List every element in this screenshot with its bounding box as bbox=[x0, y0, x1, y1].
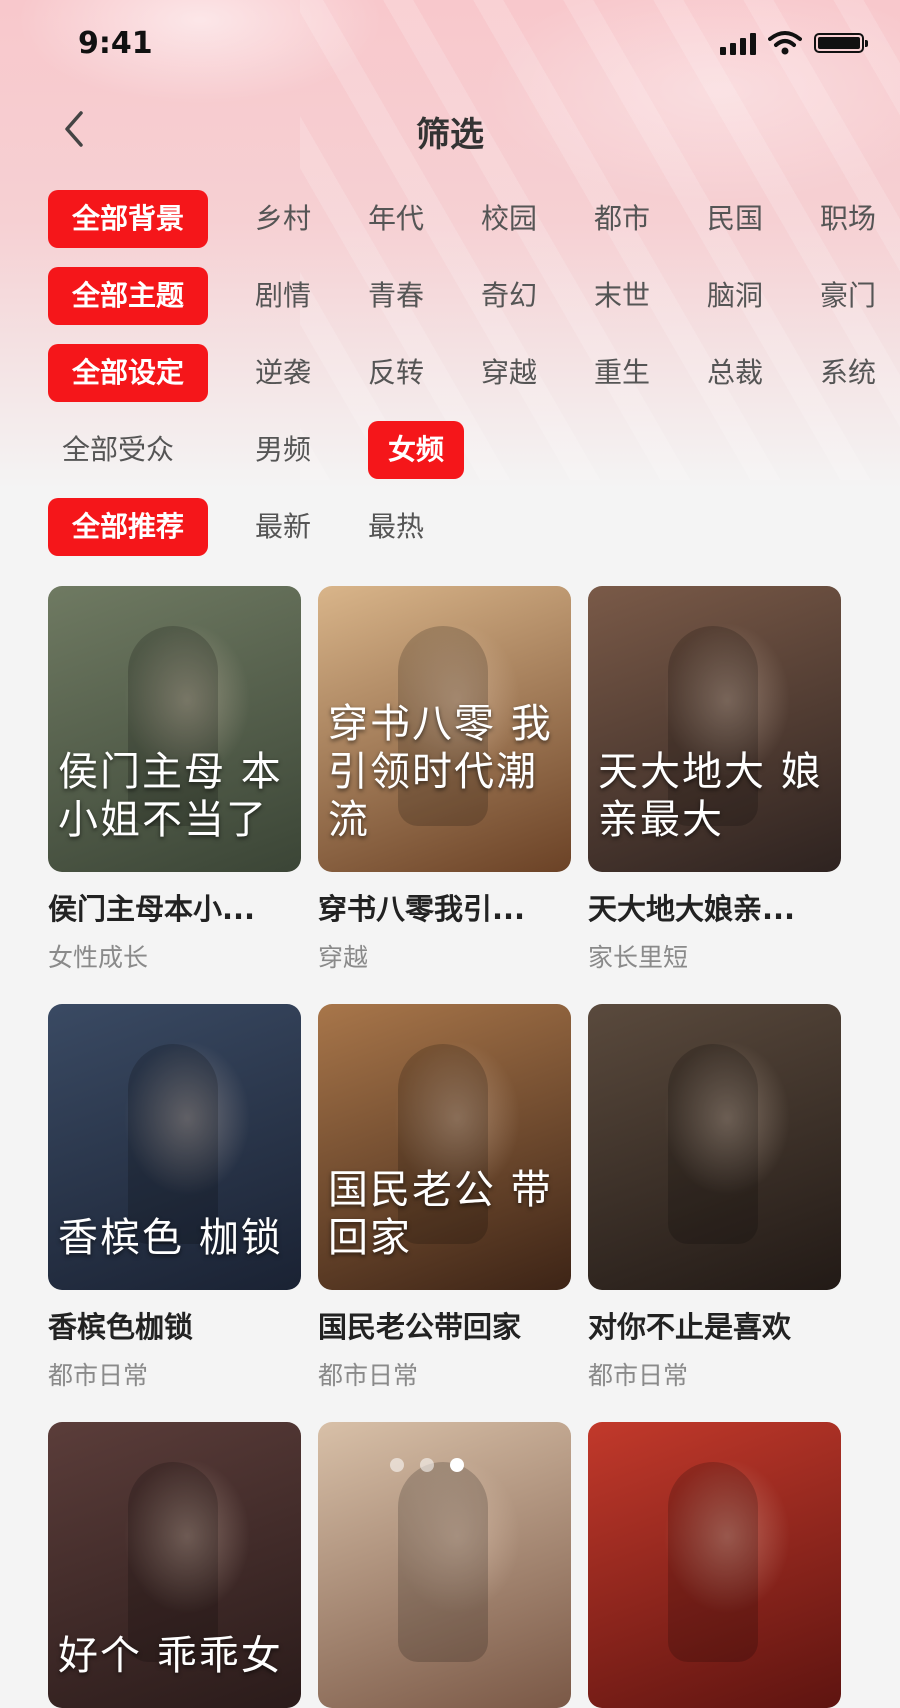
poster-title-art: 好个 乖乖女 bbox=[58, 1633, 283, 1679]
drama-poster: 好个 乖乖女 bbox=[48, 1422, 301, 1708]
filter-chip[interactable]: 全部设定 bbox=[48, 344, 208, 402]
poster-figure bbox=[668, 1044, 758, 1244]
battery-icon bbox=[814, 33, 868, 53]
status-icons bbox=[720, 30, 868, 56]
poster-title-art: 天大地大 娘亲最大 bbox=[598, 749, 823, 843]
status-bar: 9:41 bbox=[0, 0, 900, 90]
filter-chip[interactable]: 职场 bbox=[820, 190, 876, 248]
drama-tag: 都市日常 bbox=[588, 1361, 689, 1390]
drama-poster: 天大地大 娘亲最大 bbox=[588, 586, 841, 872]
drama-poster: 国民老公 带回家 bbox=[318, 1004, 571, 1290]
filter-chip[interactable]: 系统 bbox=[820, 344, 876, 402]
filter-chip[interactable]: 全部推荐 bbox=[48, 498, 208, 556]
filter-chip[interactable]: 全部背景 bbox=[48, 190, 208, 248]
drama-tag: 都市日常 bbox=[48, 1361, 149, 1390]
filter-chip[interactable]: 豪门 bbox=[820, 267, 876, 325]
filter-chip[interactable]: 奇幻 bbox=[481, 267, 537, 325]
filter-chip[interactable]: 全部主题 bbox=[48, 267, 208, 325]
pager-dot[interactable] bbox=[420, 1458, 434, 1472]
poster-figure bbox=[398, 1462, 488, 1662]
filter-chip[interactable]: 女频 bbox=[368, 421, 464, 479]
filter-chip[interactable]: 男频 bbox=[255, 421, 311, 479]
page-title: 筛选 bbox=[416, 115, 484, 155]
filter-row-3: 全部设定 逆袭 反转 穿越 重生 总裁 系统 bbox=[0, 344, 900, 402]
drama-card[interactable]: 侯门主母 本小姐不当了侯门主母本小... 女性成长 bbox=[48, 586, 301, 974]
filter-chip[interactable]: 重生 bbox=[594, 344, 650, 402]
filter-chip[interactable]: 民国 bbox=[707, 190, 763, 248]
drama-poster: 香槟色 枷锁 bbox=[48, 1004, 301, 1290]
filter-row-4: 全部受众 男频 女频 bbox=[0, 421, 900, 479]
drama-tag: 女性成长 bbox=[48, 943, 149, 972]
status-time: 9:41 bbox=[78, 26, 153, 61]
filter-row-1: 全部背景 乡村 年代 校园 都市 民国 职场 bbox=[0, 190, 900, 248]
drama-card[interactable] bbox=[588, 1422, 841, 1708]
nav-bar: 筛选 bbox=[0, 95, 900, 165]
filter-chip[interactable]: 末世 bbox=[594, 267, 650, 325]
drama-title: 香槟色枷锁 bbox=[48, 1310, 194, 1344]
signal-icon bbox=[720, 31, 756, 55]
poster-title-art: 穿书八零 我引领时代潮流 bbox=[328, 701, 553, 843]
drama-tag: 穿越 bbox=[318, 943, 369, 972]
filter-chip[interactable]: 都市 bbox=[594, 190, 650, 248]
filter-row-5: 全部推荐 最新 最热 bbox=[0, 498, 900, 556]
drama-title: 穿书八零我引... bbox=[318, 892, 526, 926]
poster-figure bbox=[668, 1462, 758, 1662]
drama-poster bbox=[588, 1422, 841, 1708]
filter-chip[interactable]: 逆袭 bbox=[255, 344, 311, 402]
filter-chip[interactable]: 最新 bbox=[255, 498, 311, 556]
drama-title: 对你不止是喜欢 bbox=[588, 1310, 792, 1344]
filter-chip[interactable]: 脑洞 bbox=[707, 267, 763, 325]
drama-title: 侯门主母本小... bbox=[48, 892, 256, 926]
filter-chip[interactable]: 总裁 bbox=[707, 344, 763, 402]
poster-title-art: 国民老公 带回家 bbox=[328, 1167, 553, 1261]
drama-tag: 家长里短 bbox=[588, 943, 689, 972]
pager-dot[interactable] bbox=[450, 1458, 464, 1472]
poster-title-art: 香槟色 枷锁 bbox=[58, 1215, 283, 1261]
filter-chip[interactable]: 反转 bbox=[368, 344, 424, 402]
drama-card[interactable]: 好个 乖乖女 bbox=[48, 1422, 301, 1708]
drama-poster: 侯门主母 本小姐不当了 bbox=[48, 586, 301, 872]
filter-chip[interactable]: 穿越 bbox=[481, 344, 537, 402]
drama-poster: 穿书八零 我引领时代潮流 bbox=[318, 586, 571, 872]
filter-chip[interactable]: 乡村 bbox=[255, 190, 311, 248]
drama-card[interactable]: 对你不止是喜欢都市日常 bbox=[588, 1004, 841, 1392]
filter-chip[interactable]: 最热 bbox=[368, 498, 424, 556]
filter-chip[interactable]: 年代 bbox=[368, 190, 424, 248]
drama-card[interactable]: 穿书八零 我引领时代潮流穿书八零我引... 穿越 bbox=[318, 586, 571, 974]
filter-chip[interactable]: 校园 bbox=[481, 190, 537, 248]
drama-title: 国民老公带回家 bbox=[318, 1310, 522, 1344]
filter-chip[interactable]: 青春 bbox=[368, 267, 424, 325]
drama-tag: 都市日常 bbox=[318, 1361, 419, 1390]
drama-card[interactable]: 天大地大 娘亲最大天大地大娘亲... 家长里短 bbox=[588, 586, 841, 974]
poster-title-art: 侯门主母 本小姐不当了 bbox=[58, 749, 283, 843]
pager-dot[interactable] bbox=[390, 1458, 404, 1472]
wifi-icon bbox=[768, 31, 802, 55]
filter-chip[interactable]: 全部受众 bbox=[48, 421, 174, 479]
filter-chip[interactable]: 剧情 bbox=[255, 267, 311, 325]
drama-poster bbox=[588, 1004, 841, 1290]
drama-card[interactable]: 国民老公 带回家国民老公带回家都市日常 bbox=[318, 1004, 571, 1392]
drama-card[interactable]: 香槟色 枷锁香槟色枷锁都市日常 bbox=[48, 1004, 301, 1392]
filter-row-2: 全部主题 剧情 青春 奇幻 末世 脑洞 豪门 bbox=[0, 267, 900, 325]
drama-title: 天大地大娘亲... bbox=[588, 892, 796, 926]
pager-dots bbox=[390, 1458, 464, 1472]
